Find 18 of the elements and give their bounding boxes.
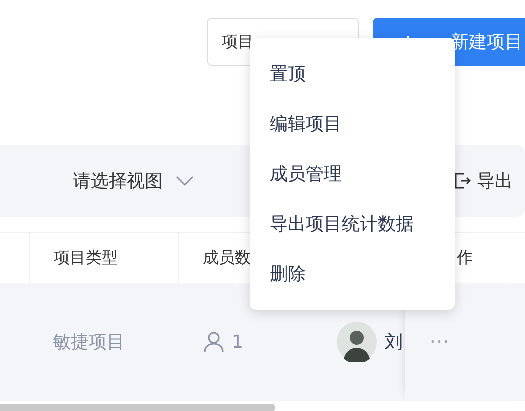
- view-select[interactable]: 请选择视图: [73, 169, 195, 193]
- owner-name: 刘: [385, 331, 403, 354]
- menu-item[interactable]: 导出项目统计数据: [250, 204, 455, 244]
- column-header: 项目类型: [54, 248, 118, 268]
- person-icon: [204, 331, 224, 353]
- menu-item[interactable]: 置顶: [250, 54, 455, 94]
- chevron-down-icon: [175, 175, 195, 187]
- export-icon: [453, 172, 471, 190]
- column-header: 作: [457, 248, 473, 268]
- scrollbar[interactable]: [0, 404, 275, 411]
- project-type: 敏捷项目: [53, 331, 125, 354]
- member-count: 1: [232, 332, 244, 352]
- column-header: 成员数: [203, 248, 251, 268]
- export-button[interactable]: 导出: [453, 169, 525, 193]
- menu-item[interactable]: 成员管理: [250, 154, 455, 194]
- avatar-icon: [337, 322, 377, 362]
- menu-item[interactable]: 编辑项目: [250, 104, 455, 144]
- table-row[interactable]: 敏捷项目 1 刘 ···: [0, 283, 525, 401]
